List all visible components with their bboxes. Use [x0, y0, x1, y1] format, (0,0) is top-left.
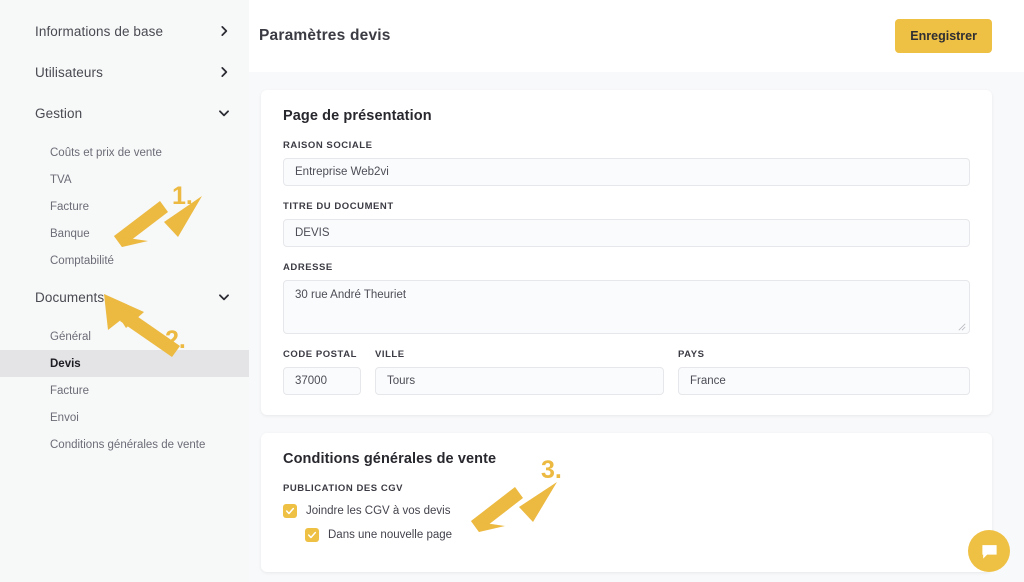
field-label: Ville: [375, 349, 405, 360]
titre-document-input[interactable]: DEVIS: [283, 219, 970, 247]
sidebar-group-utilisateurs[interactable]: Utilisateurs: [0, 57, 249, 87]
sidebar-item-label: Conditions générales de vente: [50, 438, 206, 451]
check-icon: [307, 531, 317, 539]
field-adresse: Adresse 30 rue André Theuriet: [283, 262, 970, 334]
field-label: Titre du document: [283, 201, 394, 212]
sidebar-item-label: Facture: [50, 200, 89, 213]
ville-input[interactable]: Tours: [375, 367, 664, 395]
checkbox-row-joindre-cgv[interactable]: Joindre les CGV à vos devis: [283, 504, 970, 518]
code-postal-input[interactable]: 37000: [283, 367, 361, 395]
card-title-cgv: Conditions générales de vente: [283, 451, 497, 467]
sidebar-item-comptabilite[interactable]: Comptabilité: [0, 247, 249, 274]
sidebar-item-facture-documents[interactable]: Facture: [0, 377, 249, 404]
sidebar-item-label: TVA: [50, 173, 72, 186]
cgv-card: Conditions générales de vente Publicatio…: [261, 433, 992, 572]
sidebar-group-label: Documents: [35, 289, 105, 305]
sidebar-item-label: Devis: [50, 357, 81, 370]
check-icon: [285, 507, 295, 515]
checkbox-row-nouvelle-page[interactable]: Dans une nouvelle page: [283, 528, 970, 542]
adresse-value: 30 rue André Theuriet: [295, 289, 407, 301]
sidebar-group-informations-de-base[interactable]: Informations de base: [0, 16, 249, 46]
checkbox-label: Dans une nouvelle page: [328, 529, 453, 541]
sidebar-item-tva[interactable]: TVA: [0, 166, 249, 193]
sidebar-group-label: Gestion: [35, 105, 83, 121]
adresse-textarea[interactable]: 30 rue André Theuriet: [283, 280, 970, 334]
sidebar-item-label: Banque: [50, 227, 90, 240]
presentation-card: Page de présentation Raison sociale Entr…: [261, 90, 992, 415]
field-code-postal: Code postal 37000: [283, 349, 361, 395]
main-content: Paramètres devis Enregistrer Page de pré…: [249, 0, 1024, 582]
field-label: Pays: [678, 349, 705, 360]
sidebar-item-banque[interactable]: Banque: [0, 220, 249, 247]
page-header: Paramètres devis Enregistrer: [249, 0, 1024, 72]
page-title: Paramètres devis: [259, 27, 391, 44]
pays-input[interactable]: France: [678, 367, 970, 395]
sidebar-group-documents[interactable]: Documents: [0, 282, 249, 312]
chat-bubble-icon: [981, 544, 997, 559]
chevron-right-icon[interactable]: [217, 24, 231, 38]
resize-handle-icon[interactable]: [958, 323, 966, 331]
settings-sidebar: Informations de base Utilisateurs Gestio…: [0, 0, 249, 582]
sidebar-item-general[interactable]: Général: [0, 323, 249, 350]
sidebar-item-devis[interactable]: Devis: [0, 350, 249, 377]
sidebar-item-facture-gestion[interactable]: Facture: [0, 193, 249, 220]
sidebar-item-label: Coûts et prix de vente: [50, 146, 162, 159]
settings-page: Informations de base Utilisateurs Gestio…: [0, 0, 1024, 582]
sidebar-group-label: Utilisateurs: [35, 64, 103, 80]
field-pays: Pays France: [678, 349, 970, 395]
sidebar-group-label: Informations de base: [35, 23, 164, 39]
sidebar-group-gestion[interactable]: Gestion: [0, 98, 249, 128]
address-row: Code postal 37000 Ville Tours Pays Franc…: [283, 349, 970, 395]
field-raison-sociale: Raison sociale Entreprise Web2vi: [283, 140, 970, 186]
sidebar-item-label: Facture: [50, 384, 89, 397]
sidebar-item-label: Envoi: [50, 411, 79, 424]
checkbox-nouvelle-page[interactable]: [305, 528, 319, 542]
chevron-right-icon[interactable]: [217, 65, 231, 79]
checkbox-joindre-cgv[interactable]: [283, 504, 297, 518]
checkbox-label: Joindre les CGV à vos devis: [306, 505, 451, 517]
field-label: Raison sociale: [283, 140, 373, 151]
sidebar-item-envoi[interactable]: Envoi: [0, 404, 249, 431]
sidebar-item-label: Comptabilité: [50, 254, 114, 267]
field-label: Code postal: [283, 349, 357, 360]
sidebar-item-couts-et-prix-de-vente[interactable]: Coûts et prix de vente: [0, 139, 249, 166]
chat-launcher-button[interactable]: [968, 530, 1010, 572]
field-label: Adresse: [283, 262, 333, 273]
raison-sociale-input[interactable]: Entreprise Web2vi: [283, 158, 970, 186]
field-titre-du-document: Titre du document DEVIS: [283, 201, 970, 247]
sidebar-item-label: Général: [50, 330, 91, 343]
field-ville: Ville Tours: [375, 349, 664, 395]
save-button[interactable]: Enregistrer: [895, 19, 992, 53]
cgv-section-label: Publication des CGV: [283, 483, 404, 494]
chevron-down-icon[interactable]: [217, 290, 231, 304]
chevron-down-icon[interactable]: [217, 106, 231, 120]
sidebar-item-conditions-generales-de-vente[interactable]: Conditions générales de vente: [0, 431, 249, 458]
settings-forms: Page de présentation Raison sociale Entr…: [249, 72, 1024, 572]
card-title-presentation: Page de présentation: [283, 108, 432, 124]
